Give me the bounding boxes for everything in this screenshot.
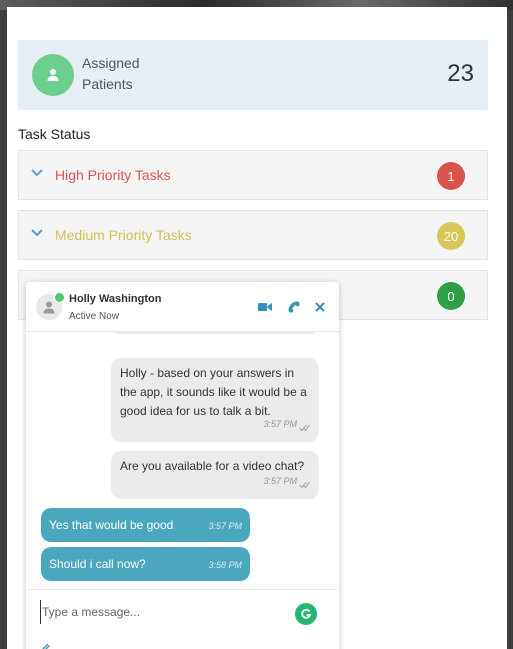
message-text: Holly - based on your answers in the app… bbox=[120, 366, 307, 418]
message-time: 3:57 PM bbox=[208, 521, 242, 531]
assigned-patients-card[interactable]: Assigned Patients 23 bbox=[18, 40, 488, 110]
user-icon bbox=[32, 54, 74, 96]
contact-name: Holly Washington bbox=[69, 293, 162, 305]
chat-message-incoming: Yes that would be good 3:57 PM bbox=[41, 508, 250, 542]
message-text: Should i call now? bbox=[49, 557, 146, 571]
composer-divider bbox=[26, 589, 339, 590]
chevron-down-icon bbox=[31, 169, 43, 177]
task-count-badge: 0 bbox=[437, 282, 465, 310]
grammar-check-icon[interactable] bbox=[295, 603, 317, 625]
chat-message-outgoing: Are you available for a video chat? 3:57… bbox=[111, 451, 319, 499]
attachment-icon[interactable] bbox=[40, 642, 52, 649]
video-icon[interactable] bbox=[258, 302, 272, 312]
chevron-down-icon bbox=[31, 229, 43, 237]
chat-message-incoming: Should i call now? 3:58 PM bbox=[41, 547, 250, 581]
task-count-badge: 1 bbox=[437, 162, 465, 190]
dashboard-panel: Assigned Patients 23 Task Status High Pr… bbox=[7, 7, 507, 649]
assigned-patients-count: 23 bbox=[447, 60, 474, 87]
message-time: 3:57 PM bbox=[263, 419, 297, 429]
read-receipt-icon bbox=[299, 424, 310, 432]
task-row-high-priority[interactable]: High Priority Tasks 1 bbox=[18, 150, 488, 200]
assigned-patients-label: Assigned Patients bbox=[82, 55, 140, 92]
read-receipt-icon bbox=[299, 481, 310, 489]
chat-message-outgoing: Holly - based on your answers in the app… bbox=[111, 358, 319, 442]
message-input[interactable] bbox=[40, 600, 287, 624]
close-icon[interactable] bbox=[315, 302, 325, 312]
user-icon bbox=[43, 301, 55, 314]
message-time: 3:58 PM bbox=[208, 560, 242, 570]
chat-window: Holly Washington Active Now Holly - base… bbox=[26, 282, 339, 649]
task-label-medium-priority: Medium Priority Tasks bbox=[55, 227, 192, 243]
task-status-heading: Task Status bbox=[18, 126, 91, 142]
chat-header: Holly Washington Active Now bbox=[26, 282, 339, 332]
message-time: 3:57 PM bbox=[263, 476, 297, 486]
task-row-medium-priority[interactable]: Medium Priority Tasks 20 bbox=[18, 210, 488, 260]
task-count-badge: 20 bbox=[437, 222, 465, 250]
message-text: Are you available for a video chat? bbox=[120, 459, 305, 473]
task-label-high-priority: High Priority Tasks bbox=[55, 167, 171, 183]
message-text: Yes that would be good bbox=[49, 518, 174, 532]
online-status-dot bbox=[54, 292, 65, 303]
contact-status: Active Now bbox=[69, 311, 120, 322]
phone-icon[interactable] bbox=[288, 301, 300, 313]
